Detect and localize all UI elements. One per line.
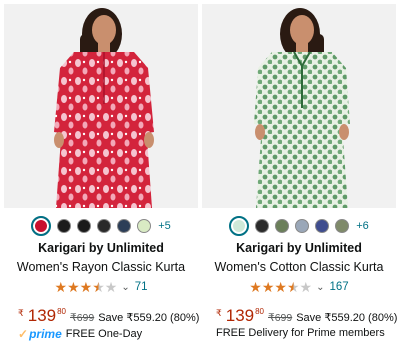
swatch-6[interactable] — [137, 219, 152, 233]
review-count[interactable]: 167 — [330, 281, 349, 293]
product-image[interactable] — [4, 4, 198, 208]
swatch-2[interactable] — [255, 219, 270, 233]
color-swatches: +5 — [4, 215, 198, 237]
swatch-6[interactable] — [335, 219, 350, 233]
star-rating: ★ ★ ★ ★ ★ — [249, 280, 312, 294]
check-icon: ✓ — [18, 327, 29, 341]
rating-row[interactable]: ★ ★ ★ ★ ★ ⌄ 167 — [202, 280, 396, 294]
swatch-1[interactable] — [229, 216, 250, 236]
product-image[interactable] — [202, 4, 396, 208]
product-card-rayon-kurta[interactable]: +5 Karigari by Unlimited Women's Rayon C… — [4, 4, 200, 349]
swatch-2[interactable] — [57, 219, 72, 233]
prime-label: prime — [29, 327, 62, 341]
product-title[interactable]: Women's Rayon Classic Kurta — [4, 260, 198, 274]
star-icon: ★ — [67, 279, 80, 295]
savings-text: Save ₹559.20 (80%) — [296, 312, 398, 324]
swatch-3[interactable] — [275, 219, 290, 233]
mrp-price: ₹699 — [70, 312, 95, 324]
swatch-5[interactable] — [117, 219, 132, 233]
delivery-row: FREE Delivery for Prime members — [216, 327, 396, 339]
star-icon: ★ — [249, 279, 262, 295]
swatch-3[interactable] — [77, 219, 92, 233]
rating-row[interactable]: ★ ★ ★ ★ ★ ⌄ 71 — [4, 280, 198, 294]
more-colors-link[interactable]: +5 — [158, 220, 171, 232]
swatch-4[interactable] — [97, 219, 112, 233]
swatch-5[interactable] — [315, 219, 330, 233]
star-empty-icon: ★ — [104, 279, 118, 295]
brand-name: Karigari by Unlimited — [38, 241, 164, 255]
delivery-text: FREE Delivery for Prime members — [216, 327, 385, 339]
star-rating: ★ ★ ★ ★ ★ — [55, 280, 118, 294]
delivery-row: ✓ prime FREE One-Day — [18, 327, 198, 341]
product-card-cotton-kurta[interactable]: +6 Karigari by Unlimited Women's Cotton … — [202, 4, 398, 349]
mrp-price: ₹699 — [268, 312, 293, 324]
swatch-1[interactable] — [31, 216, 52, 236]
price-row: ₹ 139 80 ₹699 Save ₹559.20 (80%) — [18, 306, 200, 326]
chevron-down-icon[interactable]: ⌄ — [316, 282, 324, 293]
star-half-icon: ★ — [286, 279, 300, 295]
star-icon: ★ — [54, 279, 68, 295]
price-fraction: 80 — [57, 307, 67, 316]
savings-text: Save ₹559.20 (80%) — [98, 312, 200, 324]
star-half-icon: ★ — [92, 279, 105, 295]
chevron-down-icon[interactable]: ⌄ — [121, 282, 129, 293]
brand-name: Karigari by Unlimited — [236, 241, 362, 255]
model-photo-green-kurta — [202, 4, 396, 208]
price-whole: 139 — [27, 306, 57, 325]
price-fraction: 80 — [255, 307, 265, 316]
review-count[interactable]: 71 — [135, 281, 148, 293]
more-colors-link[interactable]: +6 — [356, 220, 369, 232]
star-icon: ★ — [274, 279, 287, 295]
star-icon: ★ — [79, 279, 93, 295]
model-photo-red-kurta — [4, 4, 198, 208]
star-icon: ★ — [261, 279, 275, 295]
currency-symbol: ₹ — [18, 308, 24, 318]
prime-badge: ✓ prime — [18, 327, 62, 341]
price-row: ₹ 139 80 ₹699 Save ₹559.20 (80%) — [216, 306, 398, 326]
color-swatches: +6 — [202, 215, 396, 237]
star-empty-icon: ★ — [299, 279, 313, 295]
swatch-4[interactable] — [295, 219, 310, 233]
product-title[interactable]: Women's Cotton Classic Kurta — [202, 260, 396, 274]
currency-symbol: ₹ — [216, 308, 222, 318]
delivery-text: FREE One-Day — [65, 328, 143, 340]
price-whole: 139 — [225, 306, 255, 325]
